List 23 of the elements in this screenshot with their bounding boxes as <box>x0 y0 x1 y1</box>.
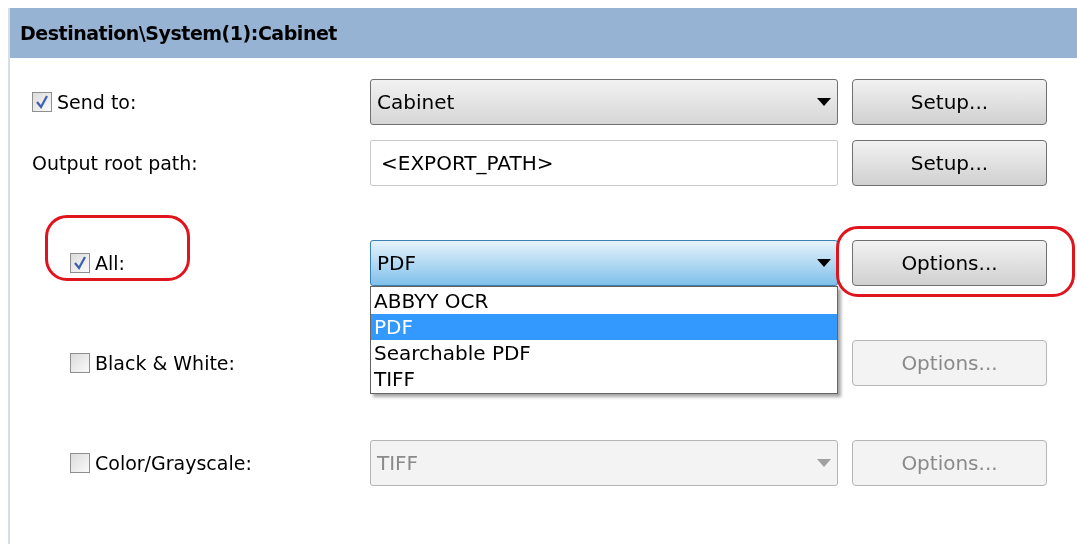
checkmark-icon <box>73 256 87 270</box>
checkbox[interactable] <box>32 92 52 112</box>
dropdown-option[interactable]: ABBYY OCR <box>371 288 837 314</box>
setup-button[interactable]: Setup... <box>852 140 1047 186</box>
dropdown-option[interactable]: Searchable PDF <box>371 340 837 366</box>
setup-button[interactable]: Options... <box>852 240 1047 286</box>
field-label: Output root path: <box>32 150 198 176</box>
dropdown-arrow-icon <box>817 259 831 267</box>
checkbox[interactable] <box>70 353 90 373</box>
path-field[interactable]: <EXPORT_PATH> <box>370 140 838 186</box>
dropdown-option[interactable]: TIFF <box>371 366 837 392</box>
setup-button[interactable]: Setup... <box>852 79 1047 125</box>
dropdown[interactable]: PDF <box>370 240 838 286</box>
dropdown-arrow-icon <box>817 98 831 106</box>
field-label: Send to: <box>57 89 137 115</box>
dropdown[interactable]: Cabinet <box>370 79 838 125</box>
field-label: Black & White: <box>95 350 235 376</box>
panel-title: Destination\System(1):Cabinet <box>20 20 337 46</box>
field-label: All: <box>95 250 125 276</box>
checkbox[interactable] <box>70 253 90 273</box>
dropdown-arrow-icon <box>817 459 831 467</box>
field-label: Color/Grayscale: <box>95 450 252 476</box>
checkmark-icon <box>35 95 49 109</box>
